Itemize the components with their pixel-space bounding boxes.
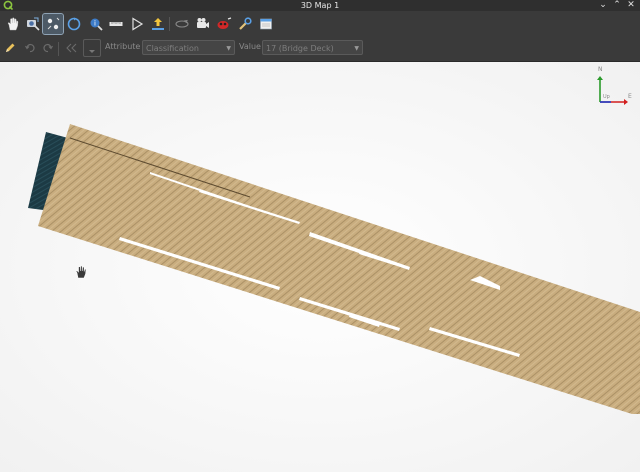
export-upload-icon <box>152 18 164 30</box>
select-previous-icon <box>66 43 77 53</box>
measure-points-icon <box>47 17 60 30</box>
3d-map-window: 3D Map 1 ⌄ ⌃ ✕ i Attribute Classificatio… <box>0 0 640 472</box>
layout-icon <box>260 18 272 30</box>
pan-tool-button[interactable] <box>3 14 23 34</box>
options-button[interactable] <box>235 14 255 34</box>
animation-button[interactable] <box>127 14 147 34</box>
undo-button[interactable] <box>23 39 37 57</box>
select-previous-button[interactable] <box>63 39 79 57</box>
identify-button[interactable]: i <box>86 14 106 34</box>
edit-toggle-button[interactable] <box>3 39 17 57</box>
animation-play-icon <box>132 17 144 31</box>
title-bar: 3D Map 1 ⌄ ⌃ ✕ <box>0 0 640 11</box>
east-label: E <box>628 93 632 100</box>
identify-icon: i <box>90 18 103 31</box>
attribute-combobox-value: Classification <box>146 44 199 53</box>
identify-camera-icon <box>27 17 40 31</box>
camera-icon <box>197 18 209 28</box>
value-combobox-value: 17 (Bridge Deck) <box>266 44 334 53</box>
value-combobox[interactable]: 17 (Bridge Deck) ▼ <box>262 40 363 55</box>
measure-line-icon <box>109 22 123 26</box>
effects-button[interactable] <box>172 14 192 34</box>
map-themes-button[interactable] <box>214 14 234 34</box>
map-themes-icon <box>217 17 232 29</box>
svg-text:i: i <box>94 20 96 28</box>
undo-icon <box>25 44 35 53</box>
close-icon[interactable]: ✕ <box>625 0 637 11</box>
layout-button[interactable] <box>256 14 276 34</box>
rotate-camera-button[interactable] <box>64 14 84 34</box>
edit-pencil-icon <box>6 43 15 52</box>
maximize-icon[interactable]: ⌃ <box>611 0 623 11</box>
chevron-down-icon: ▼ <box>226 45 231 52</box>
measure-line-button[interactable] <box>106 14 126 34</box>
up-label: Up <box>603 94 610 100</box>
rotate-camera-icon <box>67 17 81 31</box>
camera-button[interactable] <box>193 14 213 34</box>
chevron-down-icon: ▼ <box>354 45 359 52</box>
toolbar-separator <box>58 42 59 56</box>
value-label: Value <box>239 42 261 51</box>
edit-toolbar: Attribute Classification ▼ Value 17 (Bri… <box>0 37 640 62</box>
attribute-label: Attribute <box>105 42 141 51</box>
export-button[interactable] <box>148 14 168 34</box>
toolbar-separator <box>169 17 170 31</box>
chevron-down-icon[interactable]: ⌄ <box>597 0 609 11</box>
3d-view-toolbar: i <box>0 11 640 37</box>
pan-hand-icon <box>7 17 19 31</box>
select-tool-button[interactable] <box>83 39 101 57</box>
options-wrench-icon <box>239 17 252 30</box>
redo-icon <box>43 44 53 53</box>
select-tool-icon <box>89 50 95 53</box>
3d-map-canvas[interactable]: N E Up <box>0 62 640 472</box>
measure-points-button[interactable] <box>42 13 64 35</box>
attribute-combobox[interactable]: Classification ▼ <box>142 40 235 55</box>
pan-cursor-icon <box>75 265 87 279</box>
redo-button[interactable] <box>41 39 55 57</box>
point-cloud-scene <box>0 62 640 472</box>
window-title: 3D Map 1 <box>300 1 340 10</box>
identify-camera-button[interactable] <box>23 14 43 34</box>
north-label: N <box>598 66 603 73</box>
effects-icon <box>175 19 189 28</box>
